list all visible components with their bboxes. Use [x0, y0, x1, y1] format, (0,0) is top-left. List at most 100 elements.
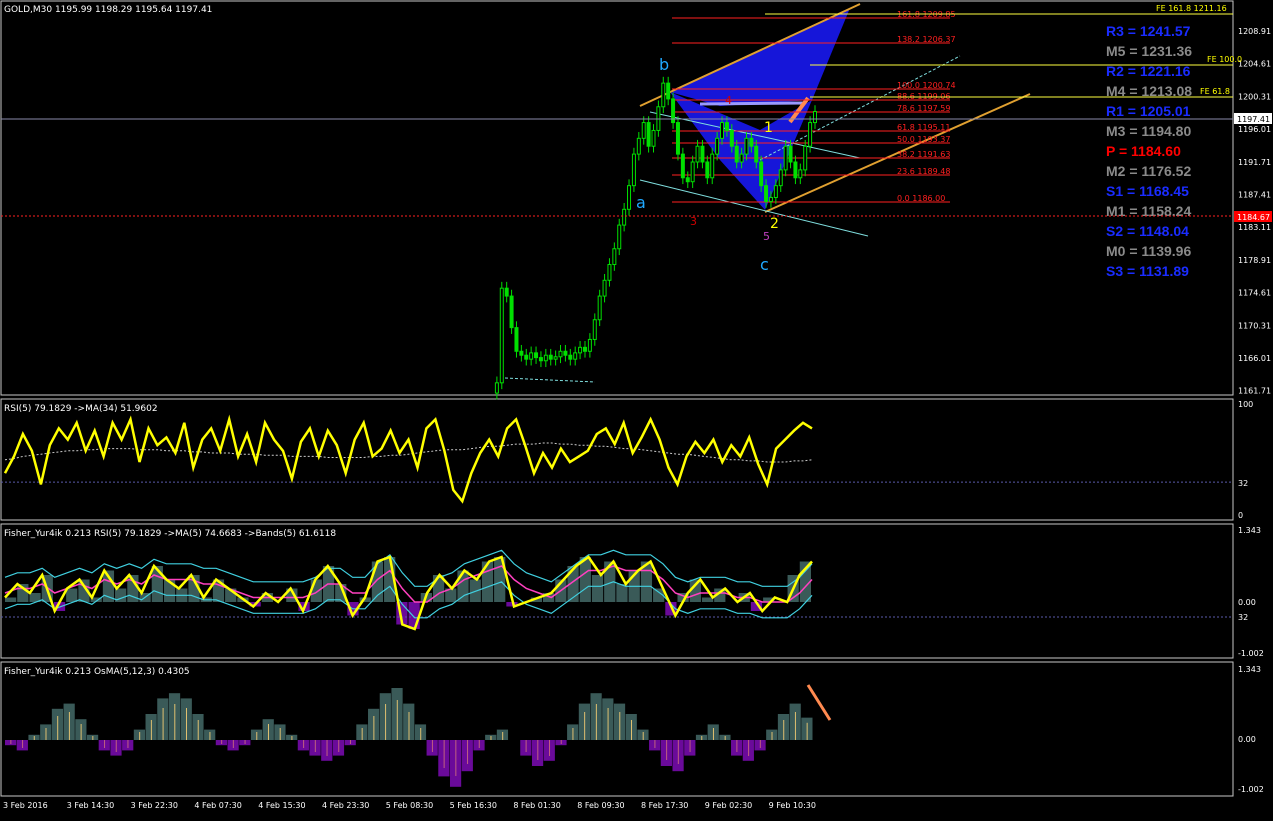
osma-axis-tick: -1.002: [1238, 785, 1264, 794]
rsi-axis-tick: 100: [1238, 400, 1253, 409]
fisher-header: Fisher_Yur4ik 0.213 RSI(5) 79.1829 ->MA(…: [4, 529, 336, 539]
candle-body: [573, 352, 578, 360]
candle-body: [563, 350, 568, 356]
rsi-header: RSI(5) 79.1829 ->MA(34) 51.9602: [4, 404, 158, 414]
rsi-line: [3, 414, 813, 504]
time-axis-tick: 9 Feb 02:30: [705, 801, 752, 810]
candle-body: [808, 122, 813, 147]
time-axis-tick: 8 Feb 17:30: [641, 801, 688, 810]
candle-body: [803, 145, 808, 171]
price-axis-tick: 1166.01: [1238, 354, 1271, 363]
candle-body: [715, 137, 720, 155]
pivot-level-label: R3 = 1241.57: [1106, 23, 1191, 39]
wave-label-3: 3: [690, 215, 697, 228]
price-axis-tick: 1178.91: [1238, 256, 1271, 265]
rsi-axis-tick: 0: [1238, 511, 1243, 520]
chart-canvas: GOLD,M30 1195.99 1198.29 1195.64 1197.41…: [0, 0, 1272, 810]
candle-body: [538, 357, 543, 362]
candle-body: [582, 346, 587, 352]
osma-axis-tick: 1.343: [1238, 665, 1261, 674]
candle-body: [617, 224, 622, 250]
fisher-bar: [457, 570, 469, 602]
time-axis-tick: 3 Feb 22:30: [131, 801, 178, 810]
pivot-level-label: M5 = 1231.36: [1106, 43, 1192, 59]
time-axis-tick: 9 Feb 10:30: [769, 801, 816, 810]
fib-level-label: 138.2 1206.37: [897, 35, 956, 44]
candle-body: [592, 319, 597, 340]
candle-body: [622, 208, 627, 226]
time-axis-tick: 5 Feb 16:30: [450, 801, 497, 810]
candle-body: [675, 122, 680, 155]
candle-body: [739, 153, 744, 163]
price-axis-tick: 1208.91: [1238, 27, 1271, 36]
candle-body: [705, 161, 710, 179]
fisher-axis-tick: 1.343: [1238, 526, 1261, 535]
candle-body: [494, 382, 499, 394]
pivot-level-label: P = 1184.60: [1106, 143, 1181, 159]
time-axis-tick: 8 Feb 09:30: [577, 801, 624, 810]
candle-body: [798, 169, 803, 179]
time-axis-tick: 5 Feb 08:30: [386, 801, 433, 810]
candle-body: [641, 122, 646, 139]
osma-header: Fisher_Yur4ik 0.213 OsMA(5,12,3) 0.4305: [4, 667, 190, 677]
candle-body: [558, 350, 563, 358]
wave-label-2: 2: [770, 216, 779, 232]
candle-body: [543, 354, 548, 362]
fisher-axis-tick: 0.00: [1238, 598, 1256, 607]
candle-body: [636, 137, 641, 155]
candle-body: [778, 169, 783, 187]
pivot-level-label: M2 = 1176.52: [1106, 163, 1191, 179]
candle-body: [524, 354, 529, 360]
candle-body: [597, 295, 602, 321]
price-axis-tick: 1191.71: [1238, 158, 1271, 167]
candle-body: [602, 279, 607, 297]
candle-body: [553, 356, 558, 360]
candle-body: [710, 153, 715, 179]
fib-level-label: 100.0 1200.74: [897, 81, 956, 90]
candle-body: [788, 145, 793, 163]
time-axis-tick: 4 Feb 07:30: [194, 801, 241, 810]
candle-body: [680, 153, 685, 179]
candle-body: [685, 177, 690, 183]
candle-body: [768, 196, 773, 202]
harmonic-pattern-upper: [670, 8, 850, 106]
rsi-axis-tick: 32: [1238, 479, 1248, 488]
pivot-level-label: R1 = 1205.01: [1106, 103, 1191, 119]
candle-body: [578, 346, 583, 354]
candle-body: [607, 264, 612, 281]
fisher-axis-tick: -1.002: [1238, 649, 1264, 658]
wave-label-b: b: [659, 55, 669, 74]
time-axis-tick: 4 Feb 23:30: [322, 801, 369, 810]
candle-body: [529, 352, 534, 360]
rsi-panel-border: [0, 398, 1234, 521]
candle-body: [514, 327, 519, 352]
time-axis-tick: 4 Feb 15:30: [258, 801, 305, 810]
candle-body: [534, 352, 539, 359]
price-axis-tick: 1174.61: [1238, 289, 1271, 298]
fe-label-161: FE 161.8 1211.16: [1156, 4, 1227, 13]
fisher-bar: [591, 575, 604, 602]
candle-body: [499, 287, 504, 384]
time-axis-tick: 8 Feb 01:30: [513, 801, 560, 810]
candle-body: [773, 185, 778, 198]
candle-body: [646, 122, 651, 147]
fib-level-label: 61.8 1195.11: [897, 123, 950, 132]
fib-level-label: 0.0 1186.00: [897, 194, 945, 203]
candle-body: [754, 145, 759, 163]
candle-body: [548, 354, 553, 360]
price-axis-tick: 1196.01: [1238, 125, 1271, 134]
candle-body: [734, 145, 739, 163]
fe-label-618: FE 61.8: [1200, 87, 1230, 96]
candle-body: [729, 129, 734, 147]
candle-body: [504, 287, 509, 297]
candle-body: [749, 137, 754, 147]
pivot-level-label: M3 = 1194.80: [1106, 123, 1191, 139]
pivot-level-label: S2 = 1148.04: [1106, 223, 1189, 239]
wave-label-a: a: [636, 193, 646, 212]
fisher-bar: [579, 557, 591, 602]
candle-body: [720, 122, 725, 139]
candle-body: [661, 82, 666, 108]
candle-body: [631, 153, 636, 187]
price-axis-tick: 1161.71: [1238, 387, 1271, 396]
candle-body: [744, 137, 749, 155]
